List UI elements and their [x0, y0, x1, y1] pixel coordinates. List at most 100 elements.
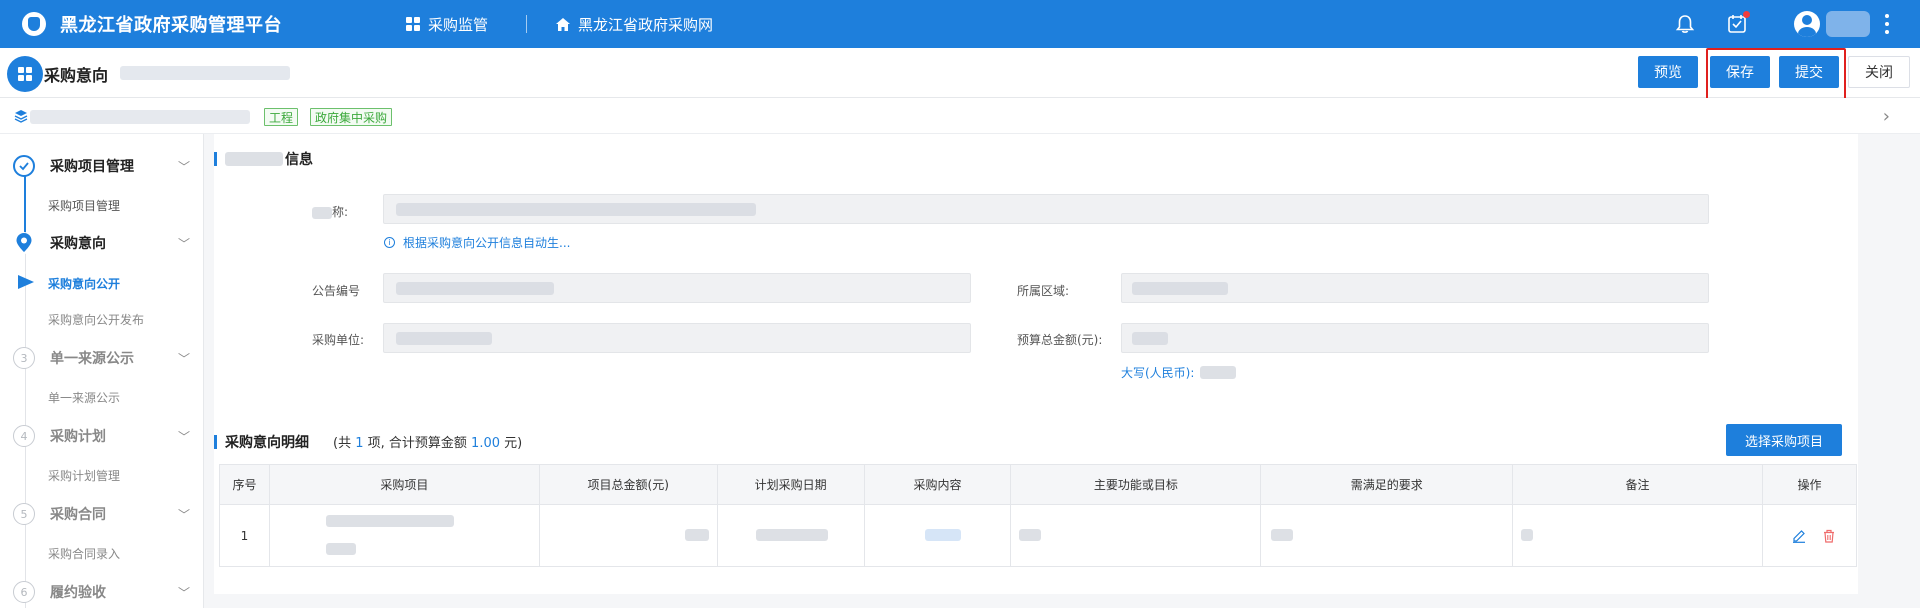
username-redacted[interactable]	[1826, 11, 1870, 37]
column-header: 备注	[1512, 464, 1763, 505]
budget-capital-amount: 大写(人民币):	[1121, 364, 1237, 381]
select-project-button[interactable]: 选择采购项目	[1726, 424, 1842, 456]
bell-icon[interactable]	[1674, 13, 1696, 35]
app-title: 黑龙江省政府采购管理平台	[60, 15, 282, 36]
project-name-redacted	[30, 110, 250, 124]
chevron-down-icon[interactable]: ﹀	[178, 158, 190, 175]
section-title-suffix: 信息	[285, 152, 313, 168]
total-budget-amount: 1.00	[471, 436, 500, 451]
region-label: 所属区域:	[1017, 284, 1070, 298]
cell-amount	[538, 504, 718, 567]
step-project-management[interactable]: 采购项目管理 ﹀	[0, 151, 203, 181]
column-header: 采购内容	[863, 464, 1012, 505]
sidebar: 采购项目管理 ﹀ 采购项目管理 采购意向 ﹀ 采购意向公开 采购意向公开发布 3…	[0, 134, 204, 608]
current-arrow-icon	[18, 275, 34, 289]
nav-label: 采购监管	[428, 15, 489, 34]
chevron-right-icon[interactable]: ›	[1883, 106, 1890, 127]
sidebar-item-intention-publish[interactable]: 采购意向公开发布	[48, 311, 144, 328]
column-header: 计划采购日期	[716, 464, 865, 505]
preview-button[interactable]: 预览	[1638, 56, 1698, 88]
details-summary: (共 1 项, 合计预算金额 1.00 元)	[333, 436, 523, 451]
table-row[interactable]: 1	[219, 504, 1858, 567]
column-header: 操作	[1761, 464, 1858, 505]
step-procurement-plan[interactable]: 4 采购计划 ﹀	[0, 421, 203, 451]
region-field[interactable]	[1121, 273, 1709, 303]
grid-icon	[406, 17, 420, 31]
announcement-number-field[interactable]	[383, 273, 971, 303]
module-icon	[7, 56, 43, 92]
announcement-number-label: 公告编号	[312, 284, 361, 298]
delete-icon[interactable]	[1822, 529, 1836, 543]
save-button[interactable]: 保存	[1710, 56, 1770, 88]
column-header: 项目总金额(元)	[538, 464, 718, 505]
check-icon	[13, 155, 35, 177]
capital-amount-label: 大写(人民币):	[1121, 366, 1195, 380]
project-name-field[interactable]	[383, 194, 1709, 224]
chevron-down-icon[interactable]: ﹀	[178, 506, 190, 523]
procurement-unit-field[interactable]	[383, 323, 971, 353]
nav-procurement-website[interactable]: 黑龙江省政府采购网	[556, 0, 713, 48]
cell-project	[268, 504, 540, 567]
budget-total-field[interactable]	[1121, 323, 1709, 353]
info-icon: i	[384, 237, 395, 248]
location-pin-icon	[13, 232, 35, 254]
edit-icon[interactable]	[1792, 529, 1806, 543]
platform-logo	[22, 12, 46, 36]
sidebar-item-intention-disclosure[interactable]: 采购意向公开	[48, 275, 120, 292]
tag-centralized-procurement: 政府集中采购	[310, 108, 393, 126]
basic-info-title: 信息	[214, 149, 313, 169]
avatar[interactable]	[1794, 11, 1820, 37]
step-label: 采购意向	[50, 236, 106, 252]
step-label: 履约验收	[50, 585, 106, 601]
budget-total-label: 预算总金额(元):	[1017, 333, 1103, 347]
page-header: 采购意向 预览 保存 提交 关闭	[0, 48, 1920, 98]
step-procurement-intention[interactable]: 采购意向 ﹀	[0, 228, 203, 258]
cell-operations	[1761, 504, 1858, 567]
nav-procurement-supervision[interactable]: 采购监管	[406, 0, 488, 48]
chevron-down-icon[interactable]: ﹀	[178, 235, 190, 252]
chevron-down-icon[interactable]: ﹀	[178, 350, 190, 367]
step-acceptance[interactable]: 6 履约验收 ﹀	[0, 577, 203, 607]
step-label: 采购计划	[50, 429, 106, 445]
home-icon	[556, 17, 570, 31]
step-number: 3	[13, 347, 35, 369]
details-title-text: 采购意向明细	[225, 435, 309, 451]
item-count: 1	[355, 436, 364, 451]
column-header: 序号	[219, 464, 270, 505]
sidebar-item-project-management[interactable]: 采购项目管理	[48, 197, 120, 214]
top-navbar: 黑龙江省政府采购管理平台 采购监管 黑龙江省政府采购网	[0, 0, 1920, 48]
hint-text: 根据采购意向公开信息自动生...	[403, 236, 571, 250]
step-number: 5	[13, 503, 35, 525]
nav-label: 黑龙江省政府采购网	[578, 15, 714, 34]
redacted-text	[225, 152, 283, 166]
cell-remarks	[1512, 504, 1763, 567]
step-label: 采购项目管理	[50, 159, 134, 175]
step-label: 单一来源公示	[50, 351, 134, 367]
sidebar-item-single-source[interactable]: 单一来源公示	[48, 389, 120, 406]
notification-dot	[1743, 11, 1750, 18]
chevron-down-icon[interactable]: ﹀	[178, 428, 190, 445]
step-procurement-contract[interactable]: 5 采购合同 ﹀	[0, 499, 203, 529]
cell-function	[1010, 504, 1262, 567]
step-label: 采购合同	[50, 507, 106, 523]
step-single-source[interactable]: 3 单一来源公示 ﹀	[0, 343, 203, 373]
step-number: 4	[13, 425, 35, 447]
sidebar-item-plan-management[interactable]: 采购计划管理	[48, 467, 120, 484]
step-number: 6	[13, 581, 35, 603]
nav-divider	[526, 15, 527, 33]
title-redacted	[120, 66, 290, 80]
close-button[interactable]: 关闭	[1848, 56, 1910, 88]
project-info-bar: 工程 政府集中采购 ›	[0, 98, 1920, 134]
task-icon[interactable]	[1726, 11, 1750, 35]
layers-icon	[14, 110, 28, 123]
column-header: 需满足的要求	[1260, 464, 1514, 505]
more-icon[interactable]	[1884, 14, 1890, 34]
page-title: 采购意向	[44, 66, 109, 85]
procurement-unit-label: 采购单位:	[312, 333, 365, 347]
details-table: 序号 采购项目 项目总金额(元) 计划采购日期 采购内容 主要功能或目标 需满足…	[219, 464, 1858, 567]
sidebar-item-contract-entry[interactable]: 采购合同录入	[48, 545, 120, 562]
column-header: 采购项目	[268, 464, 540, 505]
tag-engineering: 工程	[264, 108, 299, 126]
submit-button[interactable]: 提交	[1779, 56, 1839, 88]
chevron-down-icon[interactable]: ﹀	[178, 584, 190, 601]
